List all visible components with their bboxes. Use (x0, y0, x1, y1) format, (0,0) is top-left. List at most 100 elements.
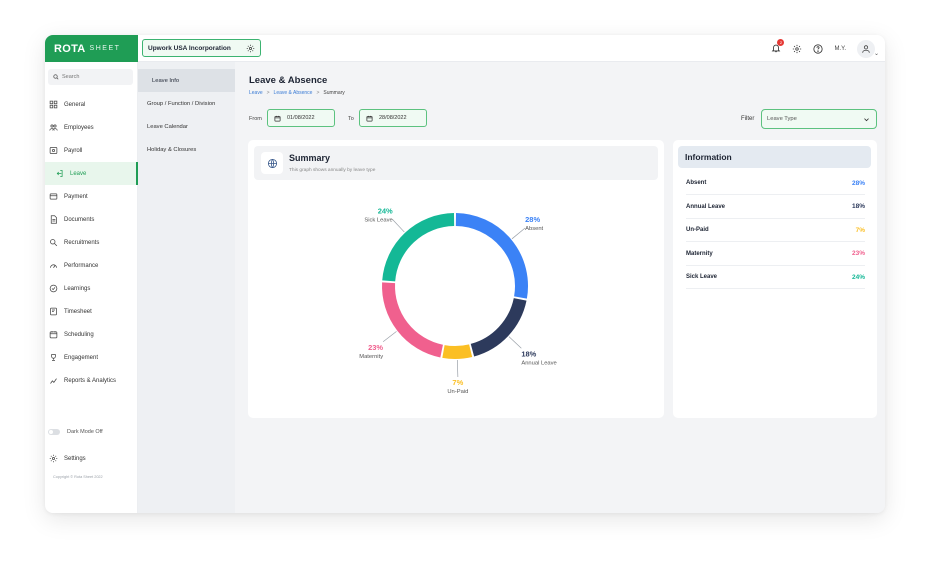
dark-mode-label: Dark Mode Off (67, 429, 103, 435)
sidebar-item-timesheet[interactable]: Timesheet (45, 300, 138, 323)
sidebar-item-general[interactable]: General (45, 93, 138, 116)
leave-donut-chart: 28% Absent 18% Annual Leave 7% Un-Paid 23% Mate… (359, 207, 557, 395)
sidebar-item-reports-analytics[interactable]: Reports & Analytics (45, 369, 138, 392)
copyright-text: Copyright © Rota Sheet 2022 (53, 475, 103, 479)
notifications-button[interactable]: 2 (771, 38, 785, 58)
sidebar-item-label: Payroll (64, 147, 83, 154)
leave-icon (56, 170, 63, 177)
donut-category-label: Maternity (359, 354, 383, 360)
sidebar-item-label: Timesheet (64, 308, 92, 315)
info-row-label: Un-Paid (686, 227, 709, 233)
dark-mode-toggle[interactable]: Dark Mode Off (48, 429, 103, 435)
brand-logo[interactable]: ROTA SHEET (45, 35, 138, 62)
gear-icon (246, 44, 255, 52)
subnav-item-holiday-closures[interactable]: Holiday & Closures (138, 138, 235, 161)
page-title: Leave & Absence (249, 75, 328, 86)
breadcrumb-separator: > (316, 90, 320, 96)
sidebar-item-label: Recruitments (64, 239, 100, 246)
sidebar-item-payroll[interactable]: Payroll (45, 139, 138, 162)
info-row-value: 28% (851, 179, 865, 187)
leader-line (456, 359, 459, 377)
help-icon[interactable] (813, 43, 824, 54)
main-content: Leave & Absence Leave > Leave & Absence … (235, 62, 885, 513)
info-row-label: Sick Leave (686, 274, 718, 280)
users-icon (49, 124, 58, 131)
sidebar-item-learnings[interactable]: Learnings (45, 277, 138, 300)
donut-slice-un-paid[interactable] (442, 344, 473, 359)
sidebar-item-label: Reports & Analytics (64, 377, 117, 384)
leave-type-filter[interactable]: Leave Type (761, 109, 877, 129)
info-row-absent: Absent 28% (686, 172, 865, 195)
user-menu-button[interactable]: ⌄ (857, 39, 879, 58)
sidebar-item-payment[interactable]: Payment (45, 185, 138, 208)
sidebar-item-label: General (64, 101, 86, 108)
search-box[interactable] (48, 69, 133, 85)
calendar-icon (49, 331, 58, 339)
breadcrumb-current: Summary (323, 90, 345, 96)
breadcrumb: Leave > Leave & Absence > Summary (249, 90, 345, 96)
info-row-label: Annual Leave (686, 203, 726, 210)
leader-line (392, 219, 405, 233)
brand-name: ROTA (54, 42, 86, 55)
from-label: From (249, 116, 262, 122)
sidebar-item-label: Leave (70, 170, 87, 177)
info-row-sick-leave: Sick Leave 24% (686, 266, 865, 289)
info-row-value: 23% (851, 250, 865, 257)
donut-slice-absent[interactable] (455, 213, 528, 299)
sidebar-item-label: Learnings (64, 285, 91, 292)
sidebar-item-settings[interactable]: Settings (49, 454, 86, 463)
user-icon (862, 44, 870, 53)
chevron-down-icon (864, 118, 869, 122)
search-input[interactable] (62, 74, 122, 80)
sidebar-item-documents[interactable]: Documents (45, 208, 138, 231)
trophy-icon (51, 354, 56, 361)
breadcrumb-leave[interactable]: Leave (249, 90, 263, 96)
sidebar-item-engagement[interactable]: Engagement (45, 346, 138, 369)
donut-slice-annual-leave[interactable] (470, 297, 527, 357)
info-row-value: 7% (855, 226, 865, 234)
donut-percent-label: 23% (368, 343, 383, 352)
gauge-icon (50, 264, 57, 268)
grid-icon (49, 100, 58, 109)
sidebar-item-employees[interactable]: Employees (45, 116, 138, 139)
filter-value: Leave Type (767, 116, 797, 122)
sidebar-item-label: Employees (64, 124, 94, 131)
sidebar-item-label: Scheduling (64, 331, 94, 338)
sidebar-item-leave[interactable]: Leave (45, 162, 138, 185)
donut-percent-label: 24% (378, 207, 393, 216)
summary-card: Summary This graph shows annually by lea… (248, 140, 664, 418)
sidebar-item-recruitments[interactable]: Recruitments (45, 231, 138, 254)
user-initials: M.Y. (834, 45, 846, 52)
sidebar-item-label: Engagement (64, 354, 99, 361)
calendar-icon (274, 115, 281, 121)
to-date-field[interactable]: 28/08/2022 (359, 109, 427, 127)
subnav-item-leave-info[interactable]: Leave Info (138, 69, 235, 92)
search-icon (53, 74, 59, 80)
subnav-item-group-function-division[interactable]: Group / Function / Division (138, 92, 235, 115)
company-selector[interactable]: Upwork USA Incorporation (142, 39, 261, 57)
information-title: Information (678, 146, 871, 168)
donut-slice-sick-leave[interactable] (382, 213, 455, 282)
brand-suffix: SHEET (89, 45, 121, 52)
payroll-icon (49, 147, 58, 154)
top-bar: ROTA SHEET Upwork USA Incorporation 2 M.… (45, 35, 885, 62)
subnav-item-leave-calendar[interactable]: Leave Calendar (138, 115, 235, 138)
info-row-maternity: Maternity 23% (686, 243, 865, 266)
settings-gear-icon[interactable] (792, 44, 802, 54)
donut-category-label: Sick Leave (364, 218, 392, 224)
from-date-value: 01/08/2022 (287, 115, 315, 121)
to-date-value: 28/08/2022 (379, 115, 407, 121)
donut-percent-label: 7% (452, 378, 463, 387)
timesheet-icon (50, 307, 57, 316)
breadcrumb-leave-absence[interactable]: Leave & Absence (274, 90, 313, 96)
toggle-switch[interactable] (48, 429, 60, 435)
sidebar-item-performance[interactable]: Performance (45, 254, 138, 277)
sidebar-item-label: Performance (64, 262, 99, 269)
chevron-down-icon: ⌄ (873, 50, 879, 57)
settings-label: Settings (64, 455, 86, 462)
sidebar-item-scheduling[interactable]: Scheduling (45, 323, 138, 346)
donut-slice-maternity[interactable] (382, 282, 444, 358)
info-row-un-paid: Un-Paid 7% (686, 219, 865, 242)
info-row-value: 24% (851, 273, 865, 281)
from-date-field[interactable]: 01/08/2022 (267, 109, 335, 127)
